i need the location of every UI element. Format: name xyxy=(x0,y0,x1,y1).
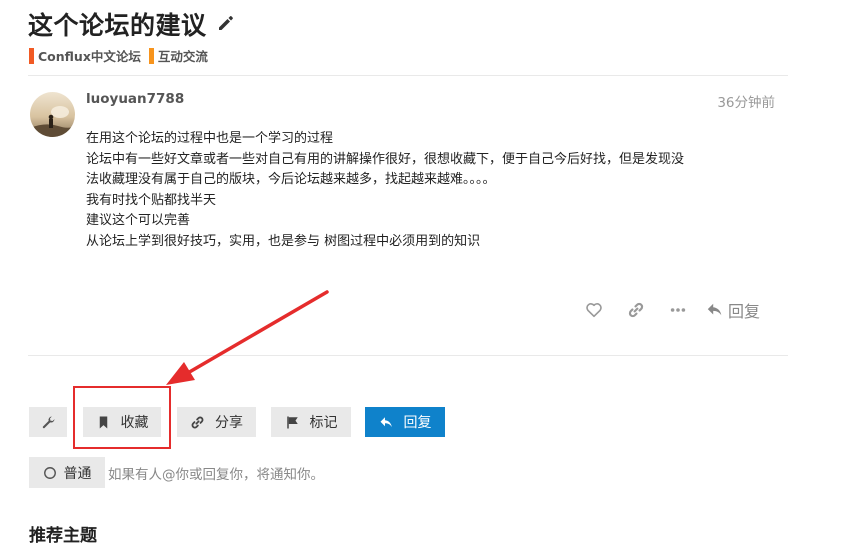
post-line: 建议这个可以完善 xyxy=(86,213,191,228)
post-reply-button[interactable]: 回复 xyxy=(706,298,760,322)
topic-title-text: 这个论坛的建议 xyxy=(28,11,207,40)
category-list: Conflux中文论坛 互动交流 xyxy=(29,46,208,65)
category-badge-conflux[interactable]: Conflux中文论坛 xyxy=(29,46,141,65)
bookmark-button[interactable]: 收藏 xyxy=(83,407,161,437)
link-icon xyxy=(191,416,204,428)
flag-label: 标记 xyxy=(309,415,338,431)
flag-icon xyxy=(286,416,298,428)
post-line: 法收藏理没有属于自己的版块，今后论坛越来越多，找起越来越难。。。。 xyxy=(86,172,496,187)
flag-button[interactable]: 标记 xyxy=(271,407,351,437)
more-ellipsis-icon[interactable] xyxy=(664,296,692,324)
annotation-arrow xyxy=(166,290,329,385)
post-line: 论坛中有一些好文章或者一些对自己有用的讲解操作很好，很想收藏下，便于自己今后好找… xyxy=(86,151,685,167)
reply-button[interactable]: 回复 xyxy=(365,407,445,437)
post-actions: 回复 xyxy=(580,296,760,324)
post-line: 在用这个论坛的过程中也是一个学习的过程 xyxy=(86,131,334,146)
divider xyxy=(28,75,788,76)
share-button[interactable]: 分享 xyxy=(177,407,256,437)
post-reply-label: 回复 xyxy=(728,302,761,321)
reply-label: 回复 xyxy=(403,415,432,431)
category-name: Conflux中文论坛 xyxy=(38,49,141,64)
link-icon[interactable] xyxy=(622,296,650,324)
notification-level-button[interactable]: 普通 xyxy=(29,457,105,488)
category-color-bar xyxy=(29,47,34,64)
category-badge-interaction[interactable]: 互动交流 xyxy=(148,46,208,65)
avatar[interactable] xyxy=(30,92,75,137)
reply-arrow-icon xyxy=(707,303,722,316)
post-line: 从论坛上学到很好技巧，实用，也是参与 树图过程中必须用到的知识 xyxy=(86,233,481,249)
category-name: 互动交流 xyxy=(157,49,208,64)
topic-title: 这个论坛的建议 xyxy=(28,6,236,42)
reply-arrow-icon xyxy=(380,416,392,427)
notification-description: 如果有人@你或回复你，将通知你。 xyxy=(108,467,324,483)
post-body: 在用这个论坛的过程中也是一个学习的过程 论坛中有一些好文章或者一些对自己有用的讲… xyxy=(86,129,781,252)
like-heart-icon[interactable] xyxy=(580,296,608,324)
post-line: 我有时找个贴都找半天 xyxy=(86,192,217,208)
category-color-bar xyxy=(148,47,154,64)
post-username[interactable]: luoyuan7788 xyxy=(86,91,184,107)
divider xyxy=(28,355,788,356)
notification-level-label: 普通 xyxy=(63,465,92,482)
post-time[interactable]: 36分钟前 xyxy=(717,91,775,111)
circle-icon xyxy=(43,466,56,479)
wrench-icon xyxy=(42,416,54,428)
bookmark-label: 收藏 xyxy=(120,415,149,431)
admin-wrench-button[interactable] xyxy=(29,407,67,437)
bookmark-icon xyxy=(99,416,107,428)
edit-pencil-icon[interactable] xyxy=(216,10,236,39)
share-label: 分享 xyxy=(215,415,243,431)
suggested-topics-heading: 推荐主题 xyxy=(29,526,97,546)
